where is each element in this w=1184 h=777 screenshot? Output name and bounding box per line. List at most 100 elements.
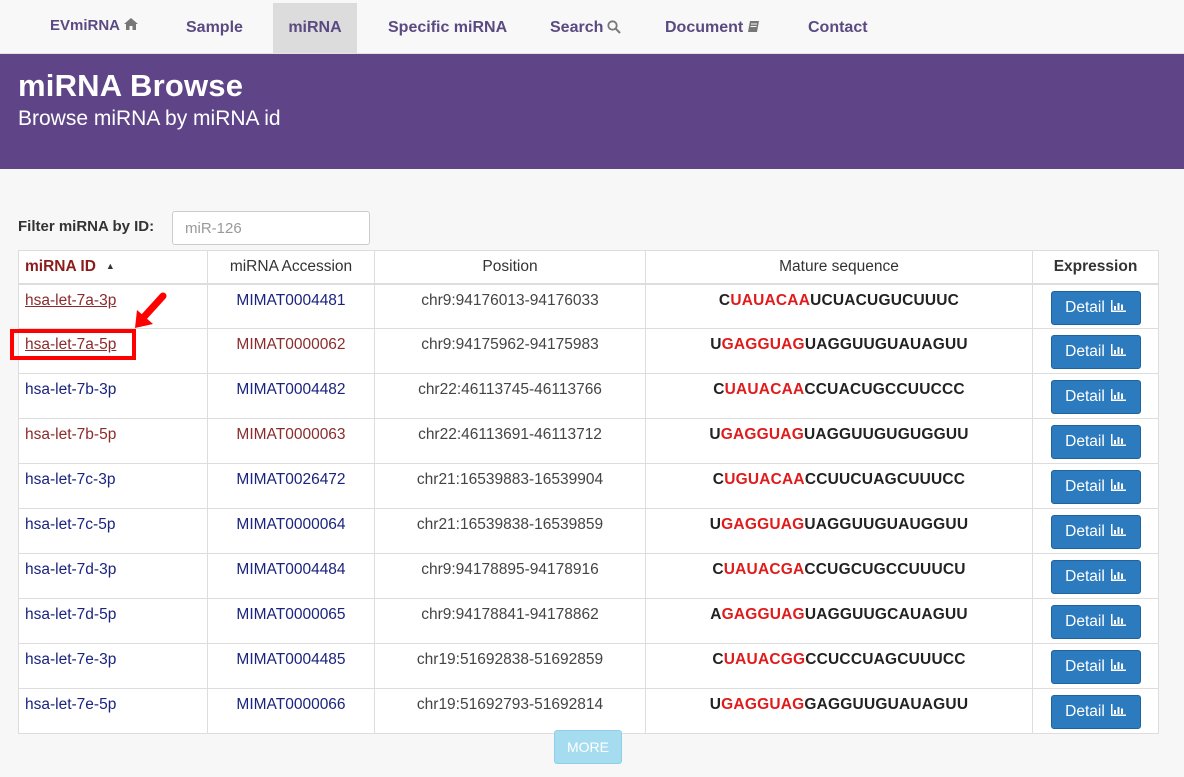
nav-mirna-label: miRNA (288, 19, 342, 36)
more-button[interactable]: MORE (554, 730, 622, 764)
detail-button[interactable]: Detail (1050, 605, 1141, 639)
table-row: hsa-let-7e-5p MIMAT0000066 chr19:5169279… (18, 688, 1159, 734)
nav-mirna[interactable]: miRNA (273, 3, 357, 53)
mirna-id-cell: hsa-let-7d-5p (18, 598, 208, 644)
position-cell: chr21:16539883-16539904 (374, 463, 646, 509)
page-banner: miRNA Browse Browse miRNA by miRNA id (0, 54, 1184, 169)
seed-region: GAGGUAG (721, 696, 805, 713)
accession-cell: MIMAT0004484 (207, 553, 375, 599)
detail-label: Detail (1065, 613, 1105, 631)
mirna-id-link[interactable]: hsa-let-7e-5p (25, 696, 116, 713)
sequence-prefix: U (710, 336, 722, 353)
mirna-id-cell: hsa-let-7a-3p (18, 283, 208, 329)
sequence-cell: CUAUACAACCUACUGCCUUCCC (645, 373, 1033, 419)
filter-label: Filter miRNA by ID: (18, 218, 155, 235)
mirna-id-cell: hsa-let-7c-3p (18, 463, 208, 509)
accession-value: MIMAT0026472 (236, 471, 346, 488)
seed-region: GAGGUAG (721, 516, 805, 533)
table-row: hsa-let-7d-5p MIMAT0000065 chr9:94178841… (18, 598, 1159, 644)
detail-label: Detail (1065, 388, 1105, 406)
detail-label: Detail (1065, 343, 1105, 361)
expression-cell: Detail (1032, 283, 1159, 329)
detail-button[interactable]: Detail (1050, 560, 1141, 594)
bar-chart-icon (1110, 651, 1126, 683)
nav-search[interactable]: Search (550, 3, 622, 53)
position-cell: chr22:46113691-46113712 (374, 418, 646, 464)
accession-cell: MIMAT0004485 (207, 643, 375, 689)
detail-button[interactable]: Detail (1050, 425, 1141, 459)
sequence-suffix: UAGGUUGUAUGGUU (804, 516, 969, 533)
nav-document[interactable]: Document (665, 3, 760, 53)
header-position[interactable]: Position (374, 250, 646, 285)
detail-button[interactable]: Detail (1050, 380, 1141, 414)
accession-value: MIMAT0004484 (236, 561, 346, 578)
header-mature-sequence[interactable]: Mature sequence (645, 250, 1033, 285)
mirna-id-cell: hsa-let-7e-3p (18, 643, 208, 689)
expression-cell: Detail (1032, 463, 1159, 509)
position-cell: chr9:94176013-94176033 (374, 283, 646, 329)
bar-chart-icon (1110, 336, 1126, 368)
sequence-suffix: UAGGUUGUAUAGUU (804, 336, 968, 353)
position-value: chr22:46113691-46113712 (418, 426, 602, 443)
accession-value: MIMAT0004482 (236, 381, 346, 398)
bar-chart-icon (1110, 471, 1126, 503)
position-value: chr21:16539838-16539859 (416, 516, 604, 533)
nav-specific-mirna[interactable]: Specific miRNA (388, 3, 507, 53)
detail-label: Detail (1065, 568, 1105, 586)
filter-input[interactable] (172, 211, 370, 245)
position-value: chr21:16539883-16539904 (416, 471, 604, 488)
expression-cell: Detail (1032, 418, 1159, 464)
detail-button[interactable]: Detail (1050, 650, 1141, 684)
detail-label: Detail (1065, 478, 1105, 496)
position-value: chr19:51692793-51692814 (416, 696, 604, 713)
accession-value: MIMAT0000062 (236, 336, 346, 353)
detail-button[interactable]: Detail (1050, 290, 1141, 325)
mirna-id-link[interactable]: hsa-let-7c-3p (25, 471, 115, 488)
table-row: hsa-let-7a-5p MIMAT0000062 chr9:94175962… (18, 328, 1159, 374)
mirna-id-link[interactable]: hsa-let-7d-5p (25, 606, 116, 623)
sequence-cell: CUAUACGACCUGCUGCCUUUCU (645, 553, 1033, 599)
seed-region: GAGGUAG (720, 426, 804, 443)
mirna-id-link[interactable]: hsa-let-7e-3p (25, 651, 116, 668)
accession-value: MIMAT0000064 (236, 516, 346, 533)
table-row: hsa-let-7a-3p MIMAT0004481 chr9:94176013… (18, 283, 1159, 329)
detail-button[interactable]: Detail (1050, 695, 1141, 729)
mirna-id-link[interactable]: hsa-let-7a-3p (25, 292, 116, 309)
bar-chart-icon (1110, 381, 1126, 413)
seed-region: UAUACGG (723, 651, 806, 668)
sequence-suffix: UAGGUUGCAUAGUU (804, 606, 968, 623)
sequence-prefix: C (718, 291, 731, 309)
sequence-prefix: C (713, 381, 725, 398)
accession-cell: MIMAT0000062 (207, 328, 375, 374)
mature-sequence: UGAGGUAGUAGGUUGUGUGGUU (709, 426, 968, 443)
brand-link[interactable]: EVmiRNA (50, 0, 139, 50)
mirna-id-link[interactable]: hsa-let-7c-5p (25, 516, 115, 533)
page-subtitle: Browse miRNA by miRNA id (18, 107, 281, 130)
detail-button[interactable]: Detail (1050, 335, 1141, 369)
position-cell: chr19:51692793-51692814 (374, 688, 646, 734)
mature-sequence: CUAUACGGCCUCCUAGCUUUCC (712, 651, 965, 668)
nav-document-label: Document (665, 19, 744, 36)
mirna-id-link[interactable]: hsa-let-7d-3p (25, 561, 116, 578)
accession-cell: MIMAT0000065 (207, 598, 375, 644)
accession-value: MIMAT0000066 (236, 696, 346, 713)
sequence-suffix: CCUUCUAGCUUUCC (804, 471, 966, 488)
accession-value: MIMAT0004481 (236, 291, 346, 309)
mirna-id-link[interactable]: hsa-let-7b-5p (25, 426, 116, 443)
detail-button[interactable]: Detail (1050, 515, 1141, 549)
detail-button[interactable]: Detail (1050, 470, 1141, 504)
nav-sample[interactable]: Sample (186, 3, 243, 53)
accession-value: MIMAT0000065 (236, 606, 346, 623)
header-mirna-id[interactable]: miRNA ID ▲ (18, 250, 208, 285)
table-row: hsa-let-7e-3p MIMAT0004485 chr19:5169283… (18, 643, 1159, 689)
expression-cell: Detail (1032, 508, 1159, 554)
mirna-id-link[interactable]: hsa-let-7b-3p (25, 381, 116, 398)
position-cell: chr9:94175962-94175983 (374, 328, 646, 374)
top-navbar: EVmiRNA Sample miRNA Specific miRNA Sear… (0, 0, 1184, 54)
mature-sequence: UGAGGUAGGAGGUUGUAUAGUU (710, 696, 968, 713)
nav-contact[interactable]: Contact (808, 3, 868, 53)
expression-cell: Detail (1032, 598, 1159, 644)
position-cell: chr22:46113745-46113766 (374, 373, 646, 419)
accession-cell: MIMAT0004481 (207, 283, 375, 329)
header-accession[interactable]: miRNA Accession (207, 250, 375, 285)
